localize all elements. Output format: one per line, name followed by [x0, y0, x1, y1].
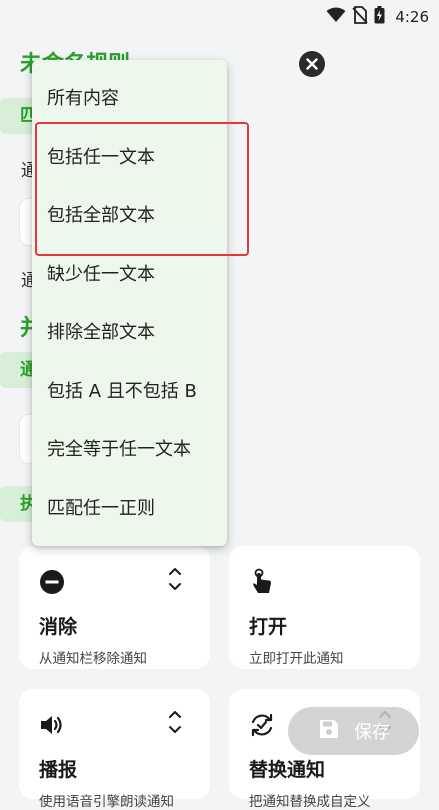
tap-hand-icon — [249, 568, 277, 596]
menu-item-all-content[interactable]: 所有内容 — [32, 68, 227, 127]
no-sim-icon — [352, 6, 368, 28]
action-card-dismiss[interactable]: 消除 从通知栏移除通知 — [19, 546, 210, 669]
replace-icon — [249, 711, 277, 739]
menu-item-match-regex[interactable]: 匹配任一正则 — [32, 478, 227, 537]
save-label: 保存 — [354, 722, 390, 743]
menu-item-exclude-all[interactable]: 排除全部文本 — [32, 302, 227, 361]
save-icon — [318, 718, 340, 744]
speaker-icon — [39, 711, 67, 739]
save-button[interactable]: 保存 — [288, 707, 419, 755]
status-icons: 4:26 — [326, 6, 429, 28]
close-button[interactable] — [299, 51, 325, 77]
card-subtitle: 把通知替换成自定义 — [249, 794, 371, 810]
card-title: 消除 — [39, 616, 78, 638]
card-subtitle: 从通知栏移除通知 — [39, 651, 147, 667]
card-title: 打开 — [249, 616, 288, 638]
status-bar: 4:26 — [0, 0, 439, 32]
battery-charging-icon — [374, 6, 385, 28]
highlight-annotation — [35, 122, 249, 256]
wifi-icon — [326, 7, 346, 27]
card-title: 播报 — [39, 759, 78, 781]
status-time: 4:26 — [395, 8, 429, 26]
card-subtitle: 立即打开此通知 — [249, 651, 344, 667]
action-card-open[interactable]: 打开 立即打开此通知 — [229, 546, 420, 669]
close-icon — [306, 55, 318, 74]
expand-toggle-icon[interactable] — [168, 709, 182, 739]
action-card-broadcast[interactable]: 播报 使用语音引擎朗读通知 — [19, 689, 210, 810]
expand-toggle-icon[interactable] — [168, 566, 182, 596]
menu-item-equals-any[interactable]: 完全等于任一文本 — [32, 419, 227, 478]
menu-item-a-not-b[interactable]: 包括 A 且不包括 B — [32, 361, 227, 420]
minus-circle-icon — [39, 568, 67, 596]
card-subtitle: 使用语音引擎朗读通知 — [39, 794, 174, 810]
card-title: 替换通知 — [249, 759, 326, 781]
